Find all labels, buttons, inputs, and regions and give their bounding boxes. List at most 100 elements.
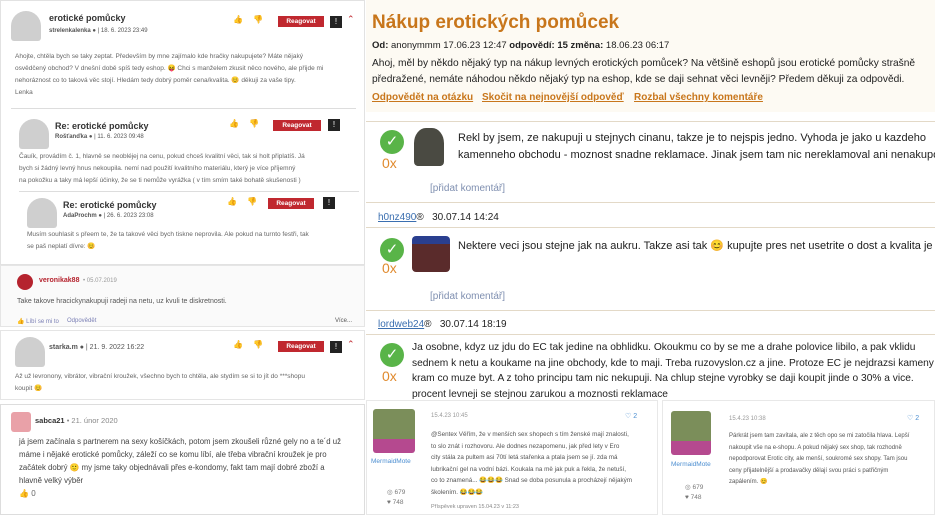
user-avatar (414, 128, 444, 166)
answer-text: Ja osobne, kdyz uz jdu do EC tak jedine … (412, 342, 934, 400)
divider (366, 334, 935, 335)
answers-panel: ✓ 0x Rekl by jsem, ze nakupuji u stejnyc… (366, 118, 935, 400)
user-avatar (412, 236, 450, 272)
report-button[interactable]: ! (323, 197, 335, 209)
comment-card-mermaid-1: MermaidMote ◎ 679 ♥ 748 15.4.23 10:45 ♡ … (366, 400, 658, 515)
post-body: Čauík, provádím č. 1, hlavně se neobléje… (19, 153, 305, 184)
thumb-down-icon[interactable]: 👎 (253, 340, 263, 349)
post-title: Re: erotické pomůcky (63, 200, 157, 210)
accept-answer-icon[interactable]: ✓ (380, 343, 404, 367)
page-title: Nákup erotických pomůcek (372, 12, 620, 33)
comment-card-mermaid-2: MermaidMote ◎ 679 ♥ 748 15.4.23 10:38 ♡ … (662, 400, 935, 515)
expand-comments-link[interactable]: Rozbal všechny komentáře (634, 92, 763, 103)
like-button[interactable]: ♡ 2 (907, 414, 919, 422)
reply-link[interactable]: Odpovědět (67, 318, 96, 324)
thumb-up-icon[interactable]: 👍 (227, 197, 237, 206)
post-title: erotické pomůcky (49, 13, 126, 23)
hearts-count: ♥ 748 (387, 499, 404, 506)
post-date: 15.4.23 10:45 (431, 413, 468, 419)
post-title: Re: erotické pomůcky (55, 121, 149, 131)
reply-button[interactable]: Reagovat (278, 341, 324, 352)
post-body: Až už levronony, vibrátor, vibrační krou… (15, 373, 305, 392)
heart-outline-icon: ♡ (907, 415, 914, 422)
thumb-up-icon[interactable]: 👍 (229, 119, 239, 128)
post-body: @Sentex Věřím, že v menších sex shopech … (431, 431, 632, 496)
heart-outline-icon: ♡ (625, 413, 632, 420)
comment-card-starka: starka.m ● | 21. 9. 2022 16:22 👍 👎 Reago… (0, 330, 365, 400)
avatar (11, 11, 41, 41)
chevron-up-icon[interactable]: ⌃ (347, 14, 355, 25)
heart-icon: ♥ (387, 499, 391, 506)
post-body: Take takove hracickynakupuji radeji na n… (17, 298, 227, 305)
post-date: • 05.07.2019 (83, 278, 117, 284)
eye-icon: ◎ (685, 484, 691, 491)
like-button[interactable]: ♡ 2 (625, 412, 637, 420)
thumb-down-icon[interactable]: 👎 (253, 15, 263, 24)
views-count: ◎ 679 (387, 489, 406, 496)
post-author: strelenkalenka ● | 18. 6. 2023 23:49 (49, 28, 148, 34)
answer-author: lordweb24® 30.07.14 18:19 (378, 319, 507, 330)
reply-button[interactable]: Reagovat (273, 120, 321, 131)
avatar (27, 198, 57, 228)
vote-count: 0x (382, 260, 397, 276)
answer-text: Rekl by jsem, ze nakupuji u stejnych cin… (458, 132, 935, 161)
reply-button[interactable]: Reagovat (278, 16, 324, 27)
reply-to-question-link[interactable]: Odpovědět na otázku (372, 92, 473, 103)
post-author: AdaProchm ● | 26. 6. 2023 23:08 (63, 213, 154, 219)
post-author: sabca21 • 21. únor 2020 (35, 416, 118, 425)
avatar (17, 274, 33, 290)
accept-answer-icon[interactable]: ✓ (380, 238, 404, 262)
left-thread-panel: erotické pomůcky strelenkalenka ● | 18. … (0, 0, 365, 265)
user-link[interactable]: h0nz490 (378, 212, 416, 223)
jump-to-newest-link[interactable]: Skočit na nejnovější odpověď (482, 92, 624, 103)
username[interactable]: MermaidMote (371, 458, 411, 465)
report-button[interactable]: ! (330, 16, 342, 28)
question-meta: Od: anonymmm 17.06.23 12:47 odpovědí: 15… (372, 40, 670, 51)
chevron-up-icon[interactable]: ⌃ (347, 339, 355, 350)
divider (11, 108, 356, 109)
post-body: Párkrát jsem tam zavítala, ale z těch op… (729, 433, 910, 485)
divider (366, 227, 935, 228)
thumb-down-icon[interactable]: 👎 (247, 197, 257, 206)
post-author: veronikak88 (39, 277, 80, 284)
divider (366, 202, 935, 203)
post-body: Musím souhlasit s přeem te, že ta takové… (27, 231, 309, 250)
reply-button[interactable]: Reagovat (268, 198, 314, 209)
avatar (15, 337, 45, 367)
answer-text: Nektere veci jsou stejne jak na aukru. T… (458, 240, 935, 252)
report-button[interactable]: ! (328, 119, 340, 131)
question-text: Ahoj, měl by někdo nějaký typ na nákup l… (372, 58, 916, 85)
accept-answer-icon[interactable]: ✓ (380, 130, 404, 154)
post-date: 15.4.23 10:38 (729, 416, 766, 422)
like-link[interactable]: 👍 Líbí se mi to (17, 318, 59, 325)
post-author: Rošťanďka ● | 11. 6. 2023 09:48 (55, 134, 144, 140)
answer-author: h0nz490® 30.07.14 14:24 (378, 212, 499, 223)
thumb-up-icon[interactable]: 👍 (233, 15, 243, 24)
vote-count: 0x (382, 368, 397, 384)
add-comment-link[interactable]: [přidat komentář] (430, 291, 505, 302)
avatar (11, 412, 31, 432)
question-panel: Nákup erotických pomůcek Od: anonymmm 17… (366, 0, 935, 112)
username[interactable]: MermaidMote (671, 461, 711, 468)
thumb-up-icon: 👍 (19, 489, 29, 498)
thumb-down-icon[interactable]: 👎 (249, 119, 259, 128)
comment-card-sabca: sabca21 • 21. únor 2020 já jsem začínala… (0, 404, 365, 515)
post-author: starka.m ● | 21. 9. 2022 16:22 (49, 344, 145, 351)
thumb-up-icon[interactable]: 👍 (233, 340, 243, 349)
like-button[interactable]: 👍 0 (19, 489, 36, 498)
avatar (671, 411, 711, 455)
add-comment-link[interactable]: [přidat komentář] (430, 183, 505, 194)
post-body: Ahojte, chtěla bych se taky zeptat. Před… (15, 53, 324, 96)
user-link[interactable]: lordweb24 (378, 319, 424, 330)
thumb-up-icon: 👍 (17, 319, 25, 325)
hearts-count: ♥ 748 (685, 494, 702, 501)
views-count: ◎ 679 (685, 484, 704, 491)
heart-icon: ♥ (685, 494, 689, 501)
report-button[interactable]: ! (330, 341, 342, 353)
divider (366, 310, 935, 311)
more-link[interactable]: Více... (335, 318, 352, 324)
post-body: já jsem začínala s partnerem na sexy koš… (19, 437, 341, 485)
vote-count: 0x (382, 155, 397, 171)
comment-card-veronika: veronikak88 • 05.07.2019 Take takove hra… (0, 265, 365, 327)
divider (19, 191, 359, 192)
